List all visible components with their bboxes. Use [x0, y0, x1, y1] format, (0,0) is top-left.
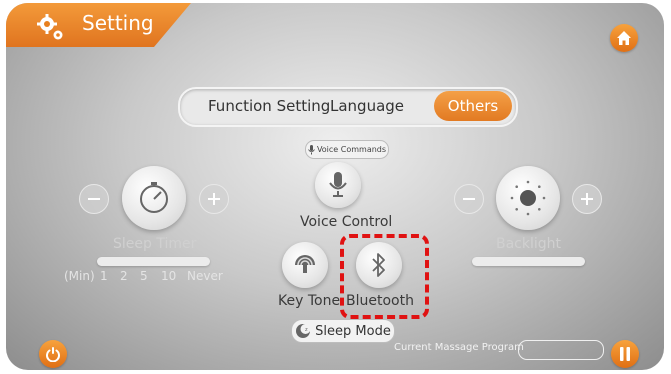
timer-icon	[140, 182, 168, 213]
pause-button[interactable]	[611, 340, 639, 368]
settings-panel: Setting Function Setting Language Others…	[6, 3, 664, 370]
backlight-decrease-button[interactable]	[454, 184, 484, 214]
home-button[interactable]	[610, 24, 638, 52]
sleep-timer-label: Sleep Timer	[113, 236, 197, 252]
sleep-timer-scale-10: 10	[161, 269, 177, 283]
home-icon	[617, 31, 631, 45]
tab-others-label: Others	[447, 97, 499, 115]
key-tone-label: Key Tone	[278, 293, 341, 309]
sleep-mode-label: Sleep Mode	[315, 323, 391, 339]
sleep-timer-decrease-button[interactable]	[79, 184, 109, 214]
microphone-icon	[308, 144, 315, 154]
sleep-mode-button[interactable]: z Sleep Mode	[291, 319, 395, 343]
sleep-timer-scale-unit: (Min)	[64, 269, 95, 283]
sleep-timer-slider[interactable]	[97, 257, 210, 266]
sun-icon	[510, 180, 546, 216]
bluetooth-highlight-box	[340, 234, 429, 319]
power-button[interactable]	[39, 340, 67, 368]
sleep-timer-dial[interactable]	[122, 166, 186, 230]
plus-icon	[208, 193, 220, 205]
settings-tabs: Function Setting Language Others	[178, 87, 518, 127]
backlight-increase-button[interactable]	[572, 184, 602, 214]
title-tab: Setting	[6, 3, 191, 47]
plus-icon	[581, 193, 593, 205]
voice-commands-button[interactable]: Voice Commands	[305, 140, 389, 159]
tab-language[interactable]: Language	[330, 97, 404, 115]
tab-function-setting[interactable]: Function Setting	[208, 97, 330, 115]
pause-icon	[620, 347, 630, 361]
speaker-icon	[295, 255, 315, 273]
svg-text:z: z	[305, 327, 308, 333]
sleep-timer-scale-1: 1	[100, 269, 108, 283]
tab-others[interactable]: Others	[434, 91, 512, 121]
voice-control-label: Voice Control	[300, 214, 393, 230]
minus-icon	[463, 198, 475, 200]
backlight-dial[interactable]	[496, 166, 560, 230]
sleep-timer-scale-2: 2	[120, 269, 128, 283]
voice-commands-label: Voice Commands	[316, 145, 387, 154]
backlight-slider[interactable]	[472, 257, 585, 266]
backlight-label: Backlight	[496, 236, 562, 252]
gear-icon	[37, 14, 63, 40]
minus-icon	[88, 198, 100, 200]
voice-control-button[interactable]	[315, 162, 361, 208]
sleep-timer-scale-5: 5	[140, 269, 148, 283]
sleep-timer-scale-never: Never	[187, 269, 223, 283]
moon-icon: z	[296, 324, 311, 338]
sleep-timer-increase-button[interactable]	[199, 184, 229, 214]
key-tone-button[interactable]	[282, 242, 328, 288]
page-title: Setting	[82, 11, 154, 35]
current-program-field	[518, 340, 604, 360]
microphone-icon	[329, 172, 347, 197]
current-program-label: Current Massage Program	[394, 342, 524, 353]
power-icon	[46, 347, 60, 362]
